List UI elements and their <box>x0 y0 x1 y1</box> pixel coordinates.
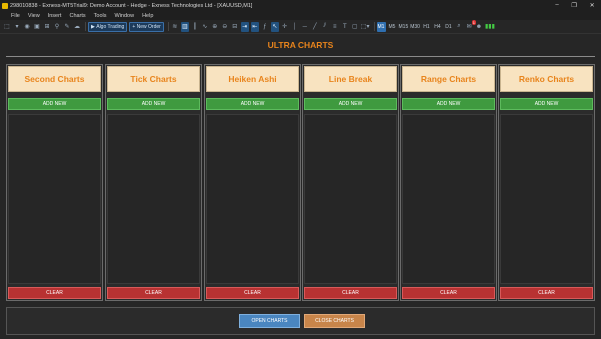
menu-window[interactable]: Window <box>111 13 139 19</box>
separator <box>85 22 86 31</box>
depth-of-market-icon[interactable]: ≋ <box>171 22 179 32</box>
column-header: Second Charts <box>8 66 101 92</box>
zoom-out-icon[interactable]: ⊖ <box>221 22 229 32</box>
app-icon <box>2 2 8 9</box>
clear-button[interactable]: CLEAR <box>500 287 593 299</box>
add-new-button[interactable]: ADD NEW <box>500 98 593 110</box>
clear-button[interactable]: CLEAR <box>402 287 495 299</box>
menu-help[interactable]: Help <box>138 13 157 19</box>
notifications-icon[interactable]: ✉ 1 <box>465 19 476 32</box>
bar-chart-icon[interactable]: ▥ <box>180 21 189 32</box>
navigator-icon[interactable]: ⊞ <box>43 22 51 32</box>
fibonacci-icon[interactable]: ≡ <box>331 22 339 32</box>
close-charts-button[interactable]: CLOSE CHARTS <box>304 314 365 328</box>
window-title: 298010838 - Exness-MT5Trial9: Demo Accou… <box>10 2 253 9</box>
column-header: Range Charts <box>402 66 495 92</box>
strategy-tester-icon[interactable]: ⚲ <box>53 22 61 32</box>
column-list <box>304 114 397 284</box>
title-bar: 298010838 - Exness-MT5Trial9: Demo Accou… <box>0 0 601 11</box>
column-header: Renko Charts <box>500 66 593 92</box>
text-icon[interactable]: T <box>341 22 349 32</box>
timeframe-h1[interactable]: H1 <box>422 22 431 32</box>
account-icon[interactable]: ☻ <box>475 22 483 32</box>
search-icon[interactable]: ⌕ <box>455 22 463 32</box>
indicators-icon[interactable]: ƒ <box>261 22 269 32</box>
add-new-button[interactable]: ADD NEW <box>402 98 495 110</box>
column-list <box>206 114 299 284</box>
add-new-button[interactable]: ADD NEW <box>8 98 101 110</box>
toolbar: ⬚ ▾ ◉ ▣ ⊞ ⚲ ✎ ☁ ▶ Algo Trading + New Ord… <box>0 19 601 34</box>
line-chart-icon[interactable]: ∿ <box>201 22 209 32</box>
chart-shift-icon[interactable]: ⇤ <box>250 21 259 32</box>
trendline-icon[interactable]: ╱ <box>311 22 319 32</box>
new-chart-icon[interactable]: ⬚ <box>3 22 11 32</box>
algo-trading-label: Algo Trading <box>96 23 125 30</box>
objects-menu-icon[interactable]: ⬚▾ <box>361 22 370 32</box>
column-header: Line Break <box>304 66 397 92</box>
menu-file[interactable]: File <box>0 13 24 19</box>
timeframe-d1[interactable]: D1 <box>444 22 453 32</box>
cursor-icon[interactable]: ↖ <box>270 21 279 32</box>
shapes-icon[interactable]: ▢ <box>351 22 359 32</box>
menu-charts[interactable]: Charts <box>65 13 89 19</box>
add-new-button[interactable]: ADD NEW <box>206 98 299 110</box>
menu-view[interactable]: View <box>24 13 44 19</box>
open-charts-button[interactable]: OPEN CHARTS <box>239 314 300 328</box>
market-watch-icon[interactable]: ◉ <box>23 22 31 32</box>
separator <box>373 22 375 31</box>
vps-icon[interactable]: ☁ <box>73 22 81 32</box>
column-second-charts: Second Charts ADD NEW CLEAR <box>6 64 103 301</box>
candlestick-icon[interactable]: ┃ <box>191 22 199 32</box>
clear-button[interactable]: CLEAR <box>304 287 397 299</box>
separator <box>167 22 169 31</box>
timeframe-m5[interactable]: M5 <box>388 22 397 32</box>
profiles-icon[interactable]: ▾ <box>13 22 21 32</box>
timeframe-m30[interactable]: M30 <box>410 22 420 32</box>
column-header: Heiken Ashi <box>206 66 299 92</box>
timeframe-h4[interactable]: H4 <box>433 22 442 32</box>
column-list <box>8 114 101 284</box>
footer-bar: OPEN CHARTS CLOSE CHARTS <box>6 307 595 335</box>
clear-button[interactable]: CLEAR <box>107 287 200 299</box>
column-range-charts: Range Charts ADD NEW CLEAR <box>400 64 497 301</box>
timeframe-m1[interactable]: M1 <box>376 21 386 32</box>
column-line-break: Line Break ADD NEW CLEAR <box>302 64 399 301</box>
notification-badge: 1 <box>471 19 476 25</box>
restore-icon[interactable]: ❐ <box>571 2 576 9</box>
channel-icon[interactable]: ⫽ <box>321 22 329 32</box>
clear-button[interactable]: CLEAR <box>206 287 299 299</box>
panel-title: ULTRA CHARTS <box>267 40 334 50</box>
signal-strength-icon: ▮▮▮ <box>484 24 495 30</box>
minimize-icon[interactable]: – <box>555 2 558 9</box>
algo-trading-button[interactable]: ▶ Algo Trading <box>88 21 128 32</box>
column-list <box>107 114 200 284</box>
divider <box>6 56 595 57</box>
data-window-icon[interactable]: ▣ <box>33 22 41 32</box>
column-list <box>500 114 593 284</box>
new-order-button[interactable]: + New Order <box>129 21 164 32</box>
zoom-in-icon[interactable]: ⊕ <box>211 22 219 32</box>
tile-windows-icon[interactable]: ⊟ <box>231 22 239 32</box>
add-new-button[interactable]: ADD NEW <box>304 98 397 110</box>
vertical-line-icon[interactable]: │ <box>291 22 299 32</box>
crosshair-icon[interactable]: ✛ <box>281 22 289 32</box>
column-tick-charts: Tick Charts ADD NEW CLEAR <box>105 64 202 301</box>
ultra-charts-panel: ULTRA CHARTS Second Charts ADD NEW CLEAR… <box>0 34 601 339</box>
close-icon[interactable]: ✕ <box>590 2 595 9</box>
column-renko-charts: Renko Charts ADD NEW CLEAR <box>498 64 595 301</box>
column-heiken-ashi: Heiken Ashi ADD NEW CLEAR <box>204 64 301 301</box>
metaeditor-icon[interactable]: ✎ <box>63 22 71 32</box>
menu-insert[interactable]: Insert <box>44 13 66 19</box>
clear-button[interactable]: CLEAR <box>8 287 101 299</box>
menu-tools[interactable]: Tools <box>90 13 111 19</box>
autoscroll-icon[interactable]: ⇥ <box>240 21 249 32</box>
window-controls: – ❐ ✕ <box>549 2 601 9</box>
menu-bar: File View Insert Charts Tools Window Hel… <box>0 11 601 20</box>
new-order-label: New Order <box>136 23 161 30</box>
horizontal-line-icon[interactable]: ─ <box>301 22 309 32</box>
column-header: Tick Charts <box>107 66 200 92</box>
timeframe-m15[interactable]: M15 <box>399 22 409 32</box>
column-list <box>402 114 495 284</box>
add-new-button[interactable]: ADD NEW <box>107 98 200 110</box>
